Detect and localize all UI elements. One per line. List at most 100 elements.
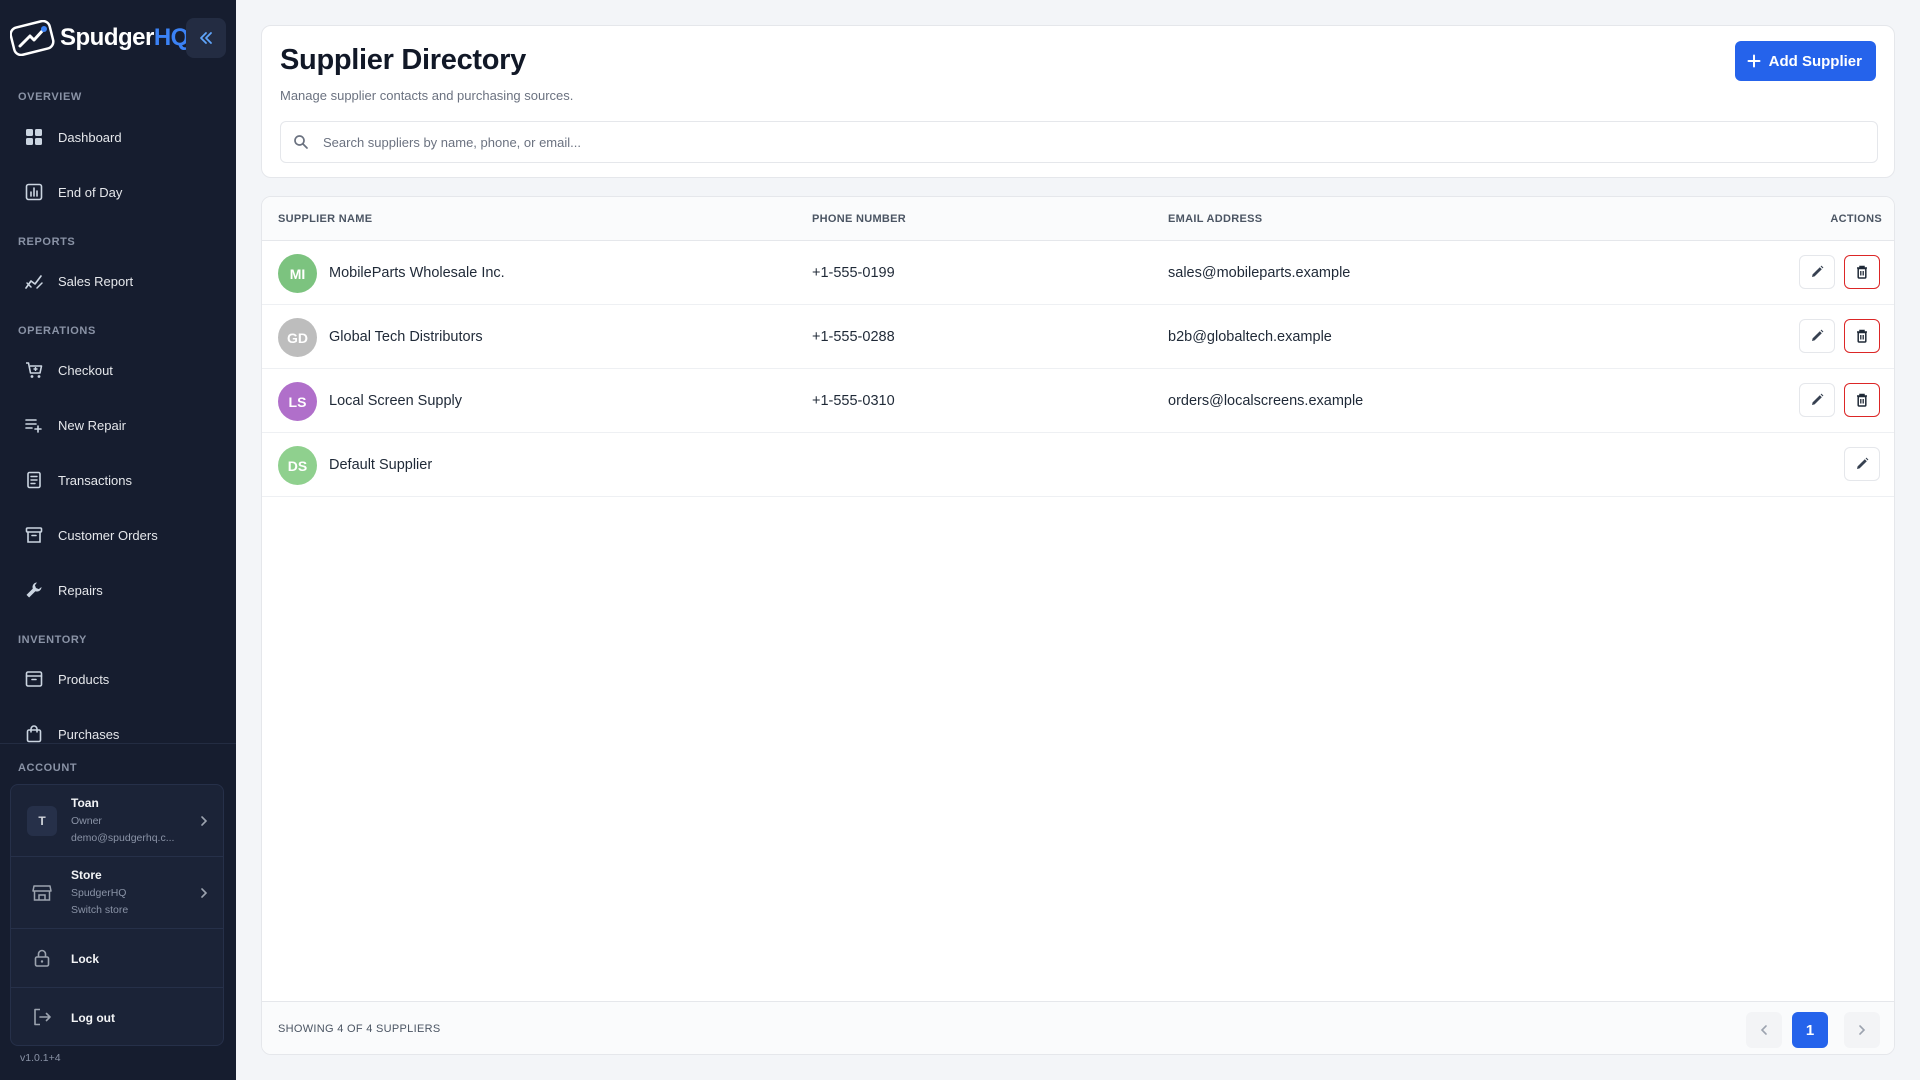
- table-row[interactable]: DS Default Supplier: [262, 433, 1894, 497]
- previous-page-button[interactable]: [1746, 1012, 1782, 1048]
- cart-icon: [26, 362, 43, 378]
- sidebar-item-label: Purchases: [58, 726, 120, 742]
- table-row[interactable]: LS Local Screen Supply +1-555-0310 order…: [262, 369, 1894, 433]
- delete-supplier-button[interactable]: [1844, 383, 1880, 417]
- lock-button[interactable]: Lock: [11, 929, 223, 988]
- spudger-logo-icon: [10, 20, 55, 56]
- pencil-icon: [1812, 393, 1824, 405]
- sidebar-item-end-of-day[interactable]: End of Day: [8, 172, 228, 212]
- sidebar-item-checkout[interactable]: Checkout: [8, 350, 228, 390]
- collapse-sidebar-button[interactable]: [186, 18, 226, 58]
- user-role: Owner: [71, 815, 102, 827]
- delete-supplier-button[interactable]: [1844, 255, 1880, 289]
- sidebar-item-label: Checkout: [58, 362, 113, 378]
- trash-icon: [1857, 393, 1867, 407]
- brand-name: SpudgerHQ: [60, 24, 189, 51]
- sidebar-item-repairs[interactable]: Repairs: [8, 570, 228, 610]
- section-label-overview: OVERVIEW: [18, 91, 82, 103]
- playlist-add-icon: [25, 419, 42, 433]
- supplier-avatar: DS: [278, 446, 317, 485]
- table-row[interactable]: MI MobileParts Wholesale Inc. +1-555-019…: [262, 241, 1894, 305]
- plus-icon: [1747, 54, 1761, 68]
- sidebar-item-new-repair[interactable]: New Repair: [8, 405, 228, 445]
- sidebar-item-label: Products: [58, 671, 110, 687]
- logout-button[interactable]: Log out: [11, 988, 223, 1045]
- sidebar-divider: [0, 743, 236, 744]
- column-header-phone: PHONE NUMBER: [812, 213, 907, 225]
- supplier-avatar: GD: [278, 318, 317, 357]
- supplier-phone: +1-555-0199: [812, 265, 895, 281]
- page-subtitle: Manage supplier contacts and purchasing …: [280, 88, 574, 103]
- column-header-actions: ACTIONS: [1830, 213, 1882, 225]
- sidebar-item-label: New Repair: [58, 417, 126, 433]
- archive-icon: [25, 527, 43, 543]
- table-header: SUPPLIER NAME PHONE NUMBER EMAIL ADDRESS…: [262, 197, 1894, 241]
- edit-supplier-button[interactable]: [1799, 255, 1835, 289]
- supplier-name: MobileParts Wholesale Inc.: [329, 265, 505, 281]
- next-page-button[interactable]: [1844, 1012, 1880, 1048]
- search-icon: [294, 135, 308, 149]
- supplier-email: sales@mobileparts.example: [1168, 265, 1351, 281]
- supplier-phone: +1-555-0288: [812, 329, 895, 345]
- supplier-name: Default Supplier: [329, 457, 433, 473]
- sidebar: SpudgerHQ OVERVIEW Dashboard End of Day …: [0, 0, 236, 1080]
- sidebar-item-sales-report[interactable]: Sales Report: [8, 261, 228, 301]
- chevron-right-icon: [1859, 1025, 1866, 1035]
- sidebar-item-purchases[interactable]: Purchases: [8, 714, 228, 754]
- app-version: v1.0.1+4: [20, 1052, 61, 1064]
- account-card: T Toan Owner demo@spudgerhq.c... Store S…: [10, 784, 224, 1046]
- sidebar-item-dashboard[interactable]: Dashboard: [8, 117, 228, 157]
- supplier-avatar: LS: [278, 382, 317, 421]
- search-input[interactable]: [323, 122, 1863, 162]
- add-supplier-button[interactable]: Add Supplier: [1734, 41, 1876, 81]
- column-header-name: SUPPLIER NAME: [278, 213, 373, 225]
- pencil-icon: [1812, 265, 1824, 277]
- supplier-table: SUPPLIER NAME PHONE NUMBER EMAIL ADDRESS…: [261, 196, 1895, 1055]
- shopping-bag-icon: [26, 725, 42, 743]
- chevron-right-icon: [201, 888, 208, 898]
- box-icon: [25, 671, 43, 687]
- lock-label: Lock: [71, 952, 100, 966]
- trend-chart-icon: [25, 275, 43, 289]
- logout-label: Log out: [71, 1011, 115, 1025]
- switch-store-label: Switch store: [71, 904, 129, 916]
- user-profile-row[interactable]: T Toan Owner demo@spudgerhq.c...: [11, 785, 223, 857]
- sidebar-item-label: Transactions: [58, 472, 132, 488]
- receipt-icon: [27, 471, 41, 489]
- brand[interactable]: SpudgerHQ: [10, 18, 226, 58]
- wrench-icon: [26, 582, 42, 598]
- store-name: SpudgerHQ: [71, 887, 127, 899]
- bar-chart-icon: [25, 183, 43, 201]
- store-switcher-row[interactable]: Store SpudgerHQ Switch store: [11, 857, 223, 929]
- edit-supplier-button[interactable]: [1844, 447, 1880, 481]
- user-email: demo@spudgerhq.c...: [71, 832, 175, 844]
- section-label-operations: OPERATIONS: [18, 325, 96, 337]
- header-card: Supplier Directory Manage supplier conta…: [261, 25, 1895, 178]
- page-button-current[interactable]: 1: [1792, 1012, 1828, 1048]
- edit-supplier-button[interactable]: [1799, 383, 1835, 417]
- sidebar-item-transactions[interactable]: Transactions: [8, 460, 228, 500]
- store-title: Store: [71, 868, 102, 882]
- sidebar-item-products[interactable]: Products: [8, 659, 228, 699]
- search-box: [280, 121, 1878, 163]
- lock-icon: [34, 949, 50, 967]
- dashboard-icon: [26, 129, 42, 145]
- sidebar-item-label: Customer Orders: [58, 527, 158, 543]
- sidebar-item-label: Sales Report: [58, 273, 134, 289]
- pencil-icon: [1857, 457, 1869, 469]
- chevron-right-icon: [201, 816, 208, 826]
- supplier-email: orders@localscreens.example: [1168, 393, 1364, 409]
- table-row[interactable]: GD Global Tech Distributors +1-555-0288 …: [262, 305, 1894, 369]
- trash-icon: [1857, 329, 1867, 343]
- edit-supplier-button[interactable]: [1799, 319, 1835, 353]
- table-footer: SHOWING 4 OF 4 SUPPLIERS 1: [262, 1001, 1894, 1054]
- supplier-avatar: MI: [278, 254, 317, 293]
- sidebar-item-customer-orders[interactable]: Customer Orders: [8, 515, 228, 555]
- user-avatar: T: [27, 806, 57, 836]
- results-count: SHOWING 4 OF 4 SUPPLIERS: [278, 1023, 441, 1035]
- delete-supplier-button[interactable]: [1844, 319, 1880, 353]
- page-title: Supplier Directory: [280, 44, 526, 76]
- trash-icon: [1857, 265, 1867, 279]
- section-label-reports: REPORTS: [18, 236, 76, 248]
- section-label-account: ACCOUNT: [18, 762, 78, 774]
